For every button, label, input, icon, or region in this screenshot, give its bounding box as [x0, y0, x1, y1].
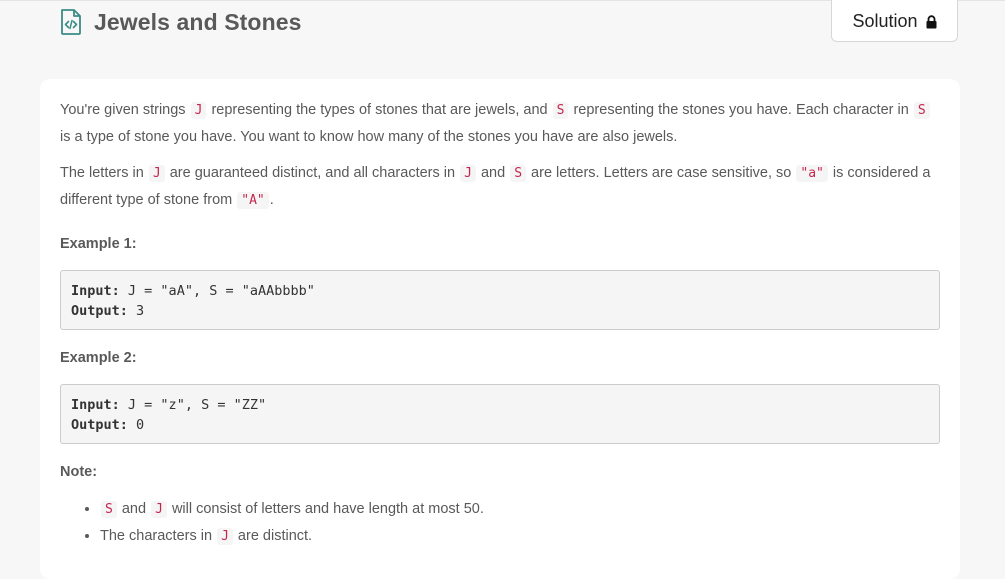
inline-code: J: [190, 102, 207, 119]
inline-code: J: [148, 165, 165, 182]
example-input-line: Input: J = "z", S = "ZZ": [71, 397, 267, 413]
example-input-line: Input: J = "aA", S = "aAAbbbb": [71, 283, 315, 299]
inline-code: J: [151, 501, 167, 518]
problem-header: Jewels and Stones: [60, 6, 302, 38]
description-paragraph: The letters in J are guaranteed distinct…: [60, 165, 931, 209]
code-file-icon: [61, 9, 81, 35]
note-item: The characters in J are distinct.: [100, 523, 940, 550]
problem-description-card: You're given strings J representing the …: [40, 79, 960, 579]
problem-title: Jewels and Stones: [94, 8, 302, 35]
note-label: Note:: [60, 464, 98, 480]
example-output-line: Output: 3: [71, 303, 145, 319]
inline-code: J: [460, 165, 476, 182]
inline-code: S: [913, 102, 930, 119]
note-list: S and J will consist of letters and have…: [60, 496, 940, 550]
example-label: Example 1:: [60, 236, 137, 252]
example-code-block: Input: J = "aA", S = "aAAbbbb" Output: 3: [60, 270, 940, 330]
inline-code: "A": [237, 192, 269, 209]
inline-code: S: [552, 102, 569, 119]
note-item: S and J will consist of letters and have…: [100, 496, 940, 523]
example-output-line: Output: 0: [71, 417, 145, 433]
inline-code: S: [101, 501, 117, 518]
inline-code: J: [217, 528, 233, 545]
example-code-block: Input: J = "z", S = "ZZ" Output: 0: [60, 384, 940, 444]
description-paragraph: You're given strings J representing the …: [60, 97, 940, 150]
inline-code: "a": [796, 165, 828, 182]
example-label: Example 2:: [60, 350, 137, 366]
solution-button[interactable]: Solution: [831, 0, 958, 42]
inline-code: S: [510, 165, 527, 182]
solution-button-label: Solution: [852, 11, 918, 31]
lock-icon: [926, 14, 937, 28]
